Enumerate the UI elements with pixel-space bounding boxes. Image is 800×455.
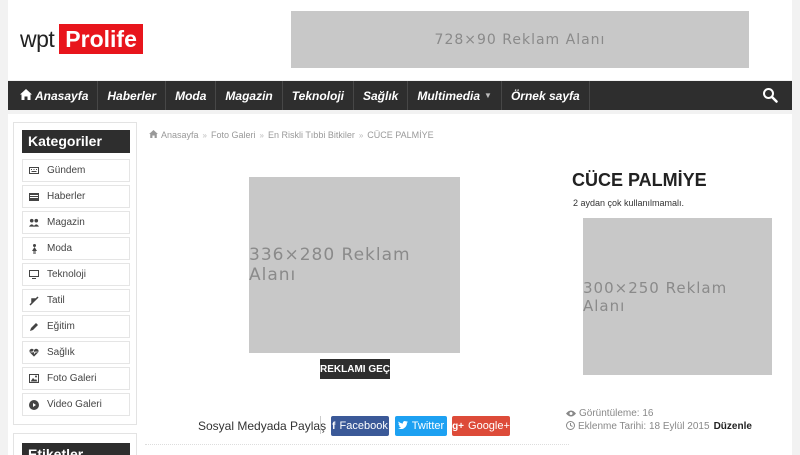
google-plus-share-button[interactable]: g+ Google+ [452, 416, 510, 436]
female-icon [29, 243, 39, 254]
nav-item-haberler[interactable]: Haberler [98, 81, 167, 110]
breadcrumb-separator: » [202, 130, 207, 140]
share-button-label: Twitter [411, 420, 445, 432]
search-icon[interactable] [762, 87, 778, 103]
category-sidebar: Kategoriler Gündem Haberler Magazin Moda [13, 122, 137, 425]
nav-item-multimedia[interactable]: Multimedia ▼ [408, 81, 502, 110]
category-item-video-galeri[interactable]: Video Galeri [22, 393, 130, 416]
category-item-gundem[interactable]: Gündem [22, 159, 130, 182]
nav-item-ornek-sayfa[interactable]: Örnek sayfa [502, 81, 590, 110]
skip-ad-button[interactable]: REKLAMI GEÇ [320, 359, 390, 379]
breadcrumb-foto-galeri[interactable]: Foto Galeri [211, 130, 256, 140]
home-icon [149, 130, 158, 140]
category-item-saglik[interactable]: Sağlık [22, 341, 130, 364]
monitor-icon [29, 270, 39, 280]
breadcrumb-category[interactable]: En Riskli Tıbbi Bitkiler [268, 130, 355, 140]
category-item-foto-galeri[interactable]: Foto Galeri [22, 367, 130, 390]
article-subtitle: 2 aydan çok kullanılmamalı. [573, 198, 685, 208]
main-ad-slot[interactable]: 336×280 Reklam Alanı [249, 177, 460, 353]
nav-item-teknoloji[interactable]: Teknoloji [283, 81, 354, 110]
category-label: Teknoloji [47, 269, 86, 280]
nav-item-moda[interactable]: Moda [166, 81, 217, 110]
category-label: Tatil [47, 295, 65, 306]
breadcrumb: Anasayfa » Foto Galeri » En Riskli Tıbbi… [149, 130, 434, 140]
category-label: Eğitim [47, 321, 75, 332]
category-label: Gündem [47, 165, 86, 176]
nav-label: Anasayfa [35, 88, 89, 103]
users-icon [29, 218, 39, 228]
nav-item-saglik[interactable]: Sağlık [354, 81, 409, 110]
category-item-egitim[interactable]: Eğitim [22, 315, 130, 338]
breadcrumb-separator: » [259, 130, 264, 140]
share-divider [320, 416, 321, 434]
category-list: Gündem Haberler Magazin Moda Teknoloji T… [22, 159, 130, 419]
clock-icon [566, 421, 575, 432]
page: wpt Prolife 728×90 Reklam Alanı Anasayfa… [0, 0, 800, 455]
keyboard-icon [29, 166, 39, 176]
plane-icon [29, 295, 39, 306]
article-title: CÜCE PALMİYE [572, 170, 707, 190]
nav-label: Multimedia [417, 88, 481, 103]
picture-icon [29, 374, 39, 384]
edit-link[interactable]: Düzenle [714, 421, 752, 432]
heartbeat-icon [29, 348, 39, 358]
home-icon [20, 88, 32, 103]
site-logo[interactable]: wpt Prolife [20, 24, 143, 54]
views-text: Görüntüleme: 16 [579, 408, 654, 419]
list-icon [29, 192, 39, 202]
date-text: Eklenme Tarihi: 18 Eylül 2015 [578, 421, 710, 432]
content-area: Kategoriler Gündem Haberler Magazin Moda [8, 114, 792, 455]
breadcrumb-current: CÜCE PALMİYE [367, 130, 434, 140]
category-label: Sağlık [47, 347, 75, 358]
facebook-icon: f [332, 420, 336, 432]
twitter-icon [397, 420, 408, 432]
twitter-share-button[interactable]: Twitter [395, 416, 447, 436]
share-button-label: Facebook [339, 420, 388, 432]
share-separator [145, 444, 569, 445]
main-nav: Anasayfa Haberler Moda Magazin Teknoloji… [8, 81, 792, 110]
category-label: Moda [47, 243, 73, 254]
category-item-haberler[interactable]: Haberler [22, 185, 130, 208]
category-label: Foto Galeri [47, 373, 97, 384]
category-item-magazin[interactable]: Magazin [22, 211, 130, 234]
category-label: Haberler [47, 191, 86, 202]
top-ad-banner[interactable]: 728×90 Reklam Alanı [291, 11, 749, 68]
caret-down-icon: ▼ [484, 91, 492, 100]
nav-item-home[interactable]: Anasayfa [8, 81, 99, 110]
side-ad-slot[interactable]: 300×250 Reklam Alanı [583, 218, 772, 375]
site-header: wpt Prolife 728×90 Reklam Alanı [8, 0, 792, 80]
sidebar-title: Kategoriler [22, 130, 130, 153]
breadcrumb-separator: » [358, 130, 364, 140]
category-item-moda[interactable]: Moda [22, 237, 130, 260]
category-item-teknoloji[interactable]: Teknoloji [22, 263, 130, 286]
share-button-label: Google+ [468, 420, 510, 432]
category-label: Video Galeri [47, 399, 102, 410]
google-plus-icon: g+ [452, 420, 465, 432]
category-item-tatil[interactable]: Tatil [22, 289, 130, 312]
facebook-share-button[interactable]: f Facebook [331, 416, 389, 436]
publish-date: Eklenme Tarihi: 18 Eylül 2015 Düzenle [566, 421, 752, 432]
tags-sidebar: Etiketler [13, 433, 137, 455]
tags-title: Etiketler [22, 443, 130, 455]
eye-icon [566, 409, 576, 419]
nav-item-magazin[interactable]: Magazin [216, 81, 283, 110]
share-label: Sosyal Medyada Paylaş [198, 419, 327, 433]
logo-text-right: Prolife [59, 24, 143, 54]
category-label: Magazin [47, 217, 85, 228]
pencil-icon [29, 322, 39, 332]
breadcrumb-home[interactable]: Anasayfa [161, 130, 199, 140]
play-circle-icon [29, 399, 39, 410]
view-count: Görüntüleme: 16 [566, 408, 654, 419]
logo-text-left: wpt [20, 26, 55, 52]
